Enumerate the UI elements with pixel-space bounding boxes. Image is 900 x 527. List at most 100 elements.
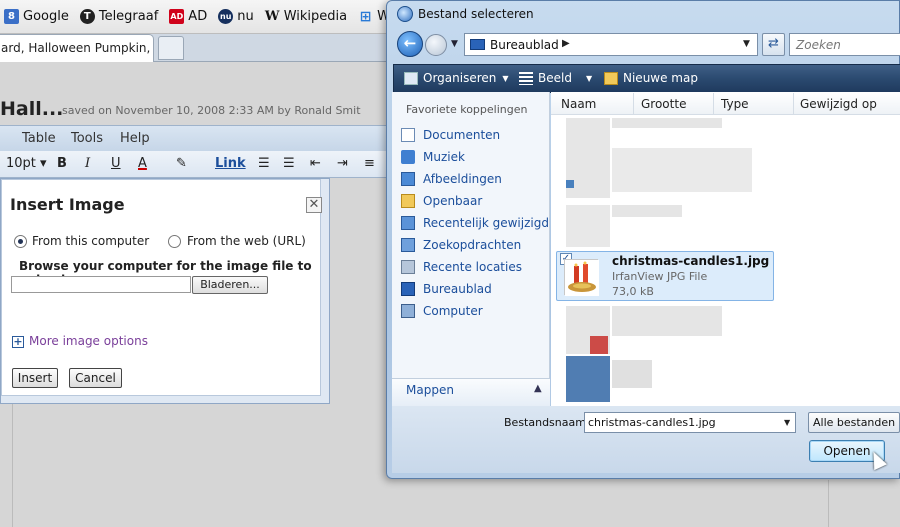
outdent-icon[interactable]: ⇤ — [310, 156, 321, 171]
column-divider[interactable] — [633, 93, 634, 115]
pictures-icon — [401, 172, 415, 186]
numbered-list-icon[interactable]: ☰ — [258, 156, 270, 171]
insert-image-dialog: Insert Image ✕ From this computer From t… — [0, 178, 330, 404]
obscured-file-thumbnail[interactable] — [566, 205, 610, 247]
italic-button[interactable]: I — [85, 156, 90, 171]
text-color-button[interactable]: A — [138, 156, 147, 171]
nav-item-recent[interactable]: Recentelijk gewijzigd — [401, 216, 549, 230]
search-input[interactable]: Zoeken — [789, 33, 900, 56]
menu-tools[interactable]: Tools — [71, 131, 103, 146]
expand-plus-icon[interactable]: + — [12, 336, 24, 348]
nav-item-computer[interactable]: Computer — [401, 304, 483, 318]
refresh-icon[interactable]: ⇄ — [762, 33, 785, 56]
file-type-filter[interactable]: Alle bestanden (*.*) — [808, 412, 900, 433]
column-type[interactable]: Type — [721, 97, 749, 111]
obscured-file-detail — [590, 336, 608, 354]
column-size[interactable]: Grootte — [641, 97, 686, 111]
bookmark-ad[interactable]: AD AD — [169, 9, 207, 24]
favorites-heading: Favoriete koppelingen — [406, 103, 528, 116]
radio-from-computer[interactable] — [14, 235, 27, 248]
font-size-select[interactable]: 10pt ▾ — [6, 156, 47, 171]
underline-button[interactable]: U — [111, 156, 121, 171]
bookmark-nu[interactable]: nu nu — [218, 9, 254, 24]
recent-places-icon — [401, 260, 415, 274]
bookmark-label: Google — [23, 9, 69, 24]
searches-icon — [401, 238, 415, 252]
column-header: Naam Grootte Type Gewijzigd op — [551, 93, 900, 115]
editor-toolbar: 10pt ▾ B I U A ✎ Link ☰ ☰ ⇤ ⇥ ≡ — [0, 151, 400, 178]
forward-button[interactable] — [425, 34, 447, 56]
filename-input[interactable]: christmas-candles1.jpg — [584, 412, 796, 433]
chevron-up-icon[interactable]: ▲ — [534, 383, 542, 394]
menu-table[interactable]: Table — [22, 131, 56, 146]
chevron-down-icon[interactable]: ▼ — [784, 418, 790, 427]
nav-item-label: Recente locaties — [423, 260, 522, 274]
history-dropdown-icon[interactable]: ▼ — [451, 39, 458, 49]
nav-item-zoekopdrachten[interactable]: Zoekopdrachten — [401, 238, 521, 252]
bookmark-wikipedia[interactable]: W Wikipedia — [265, 9, 347, 24]
nav-item-bureaublad[interactable]: Bureaublad — [401, 282, 492, 296]
menu-help[interactable]: Help — [120, 131, 150, 146]
nav-item-documenten[interactable]: Documenten — [401, 128, 500, 142]
chevron-down-icon: ▼ — [502, 73, 509, 83]
public-folder-icon — [401, 194, 415, 208]
indent-icon[interactable]: ⇥ — [337, 156, 348, 171]
back-button[interactable]: ← — [397, 31, 423, 57]
views-icon — [519, 71, 533, 85]
address-text[interactable]: Bureaublad — [490, 38, 559, 52]
bookmark-google[interactable]: 8 Google — [4, 9, 69, 24]
close-icon[interactable]: ✕ — [306, 197, 322, 213]
more-image-options-link[interactable]: More image options — [29, 334, 148, 348]
bullet-list-icon[interactable]: ☰ — [283, 156, 295, 171]
computer-icon — [401, 304, 415, 318]
nav-item-label: Zoekopdrachten — [423, 238, 522, 252]
radio-label-web: From the web (URL) — [187, 234, 306, 248]
documents-icon — [401, 128, 415, 142]
organize-button[interactable]: Organiseren ▼ — [404, 71, 509, 85]
address-bar[interactable]: Bureaublad ▶ ▼ — [464, 33, 758, 56]
link-button[interactable]: Link — [215, 156, 246, 171]
new-tab-button[interactable] — [158, 36, 184, 60]
column-modified[interactable]: Gewijzigd op — [800, 97, 877, 111]
obscured-file-name — [612, 148, 752, 192]
browse-button[interactable]: Bladeren... — [192, 276, 268, 294]
obscured-file-name — [612, 118, 722, 128]
editor-menubar: Table Tools Help — [0, 125, 400, 151]
views-label: Beeld — [538, 71, 572, 85]
bookmark-telegraaf[interactable]: T Telegraaf — [79, 9, 158, 24]
saved-status: saved on November 10, 2008 2:33 AM by Ro… — [62, 104, 361, 117]
cancel-button[interactable]: Cancel — [69, 368, 122, 388]
column-divider[interactable] — [713, 93, 714, 115]
align-left-icon[interactable]: ≡ — [364, 156, 375, 171]
ad-icon: AD — [169, 9, 185, 24]
nav-item-afbeeldingen[interactable]: Afbeeldingen — [401, 172, 502, 186]
obscured-file-detail — [566, 180, 574, 188]
nav-item-recente-locaties[interactable]: Recente locaties — [401, 260, 522, 274]
nav-item-openbaar[interactable]: Openbaar — [401, 194, 482, 208]
bold-button[interactable]: B — [57, 156, 67, 171]
column-divider[interactable] — [793, 93, 794, 115]
obscured-file-name — [612, 205, 682, 217]
views-button[interactable]: Beeld ▼ — [519, 71, 592, 85]
radio-from-web[interactable] — [168, 235, 181, 248]
organize-icon — [404, 71, 418, 85]
insert-image-panel: Insert Image ✕ From this computer From t… — [1, 179, 322, 396]
radio-label-computer: From this computer — [32, 234, 150, 248]
folders-label[interactable]: Mappen — [406, 383, 454, 397]
highlight-icon[interactable]: ✎ — [176, 156, 187, 171]
browser-tab-active[interactable]: ard, Halloween Pumpkin, 2 ... — [0, 34, 154, 62]
new-folder-label: Nieuwe map — [623, 71, 698, 85]
chevron-right-icon[interactable]: ▶ — [562, 38, 570, 49]
document-title[interactable]: Hall... — [0, 98, 63, 120]
recent-icon — [401, 216, 415, 230]
nav-item-muziek[interactable]: Muziek — [401, 150, 465, 164]
bookmark-label: nu — [237, 9, 254, 24]
bookmark-label: Wikipedia — [283, 9, 348, 24]
page-margin-line — [828, 480, 829, 527]
file-path-input[interactable] — [11, 276, 191, 293]
column-name[interactable]: Naam — [561, 97, 596, 111]
chevron-down-icon[interactable]: ▼ — [743, 39, 750, 49]
obscured-file-thumbnail[interactable] — [566, 356, 610, 402]
new-folder-button[interactable]: Nieuwe map — [604, 71, 698, 85]
insert-button[interactable]: Insert — [12, 368, 58, 388]
